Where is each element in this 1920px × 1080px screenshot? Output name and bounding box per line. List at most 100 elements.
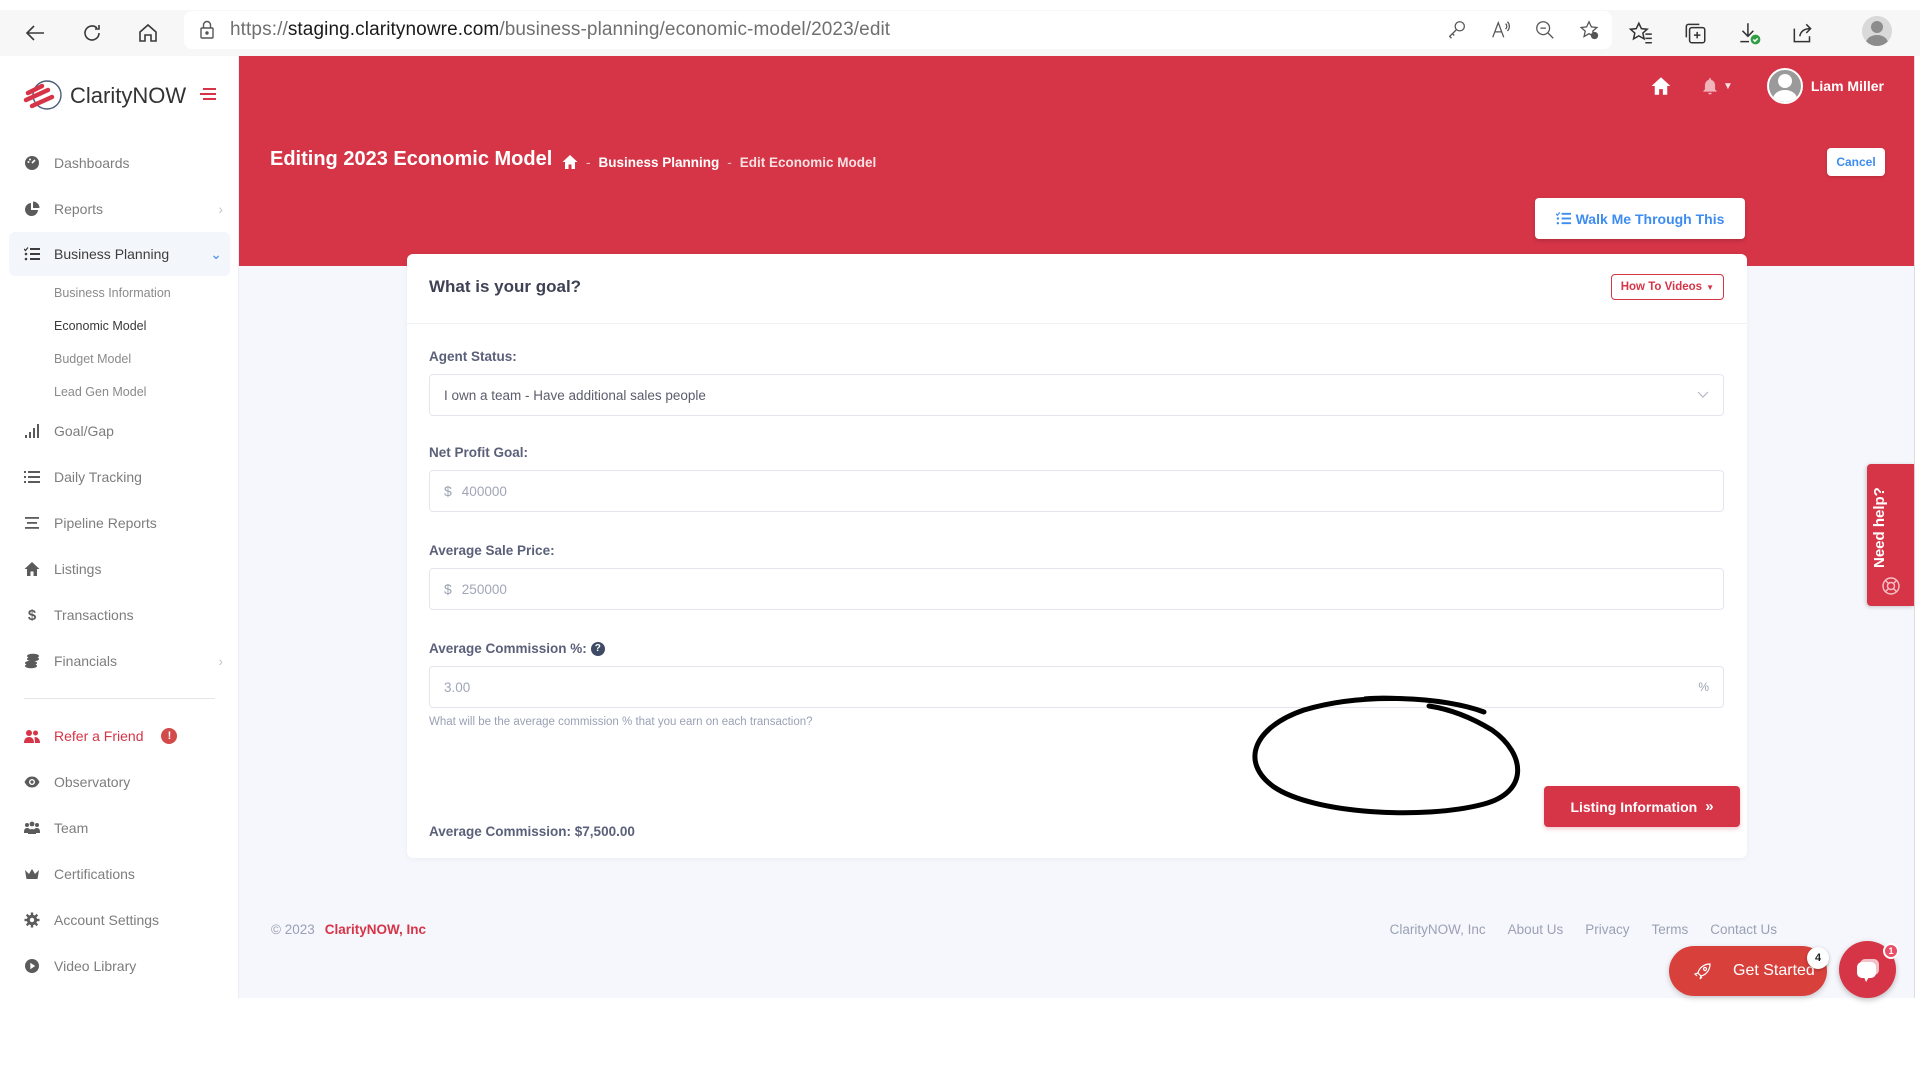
avg-sale-price-group: Average Sale Price: $ 250000 bbox=[429, 543, 1724, 610]
play-circle-icon bbox=[22, 956, 42, 976]
percent-suffix: % bbox=[1698, 680, 1709, 694]
breadcrumb-business-planning[interactable]: Business Planning bbox=[599, 155, 720, 170]
net-profit-group: Net Profit Goal: $ 400000 bbox=[429, 445, 1724, 512]
home-browser-button[interactable] bbox=[120, 10, 176, 56]
footer-brand-link[interactable]: ClarityNOW, Inc bbox=[325, 922, 426, 937]
sidebar-item-listings[interactable]: Listings bbox=[0, 546, 239, 592]
footer-link-terms[interactable]: Terms bbox=[1651, 922, 1688, 937]
footer-copyright: © 2023 ClarityNOW, Inc bbox=[271, 922, 427, 937]
submenu-item-budget-model[interactable]: Budget Model bbox=[0, 342, 239, 375]
breadcrumb-separator: - bbox=[727, 154, 732, 170]
sidebar-toggle-button[interactable] bbox=[200, 87, 216, 106]
avg-commission-help-text: What will be the average commission % th… bbox=[429, 716, 813, 728]
cancel-button[interactable]: Cancel bbox=[1827, 148, 1885, 176]
walk-me-through-button[interactable]: Walk Me Through This bbox=[1535, 198, 1745, 239]
rocket-icon bbox=[1693, 963, 1711, 980]
dashboard-icon bbox=[22, 153, 42, 173]
double-chevron-right-icon: » bbox=[1705, 798, 1714, 815]
home-icon[interactable] bbox=[1651, 76, 1671, 96]
sidebar-item-refer-a-friend[interactable]: Refer a Friend ! bbox=[0, 713, 239, 759]
coins-icon bbox=[22, 651, 42, 671]
sidebar-item-team[interactable]: Team bbox=[0, 805, 239, 851]
page-title: Editing 2023 Economic Model bbox=[270, 148, 553, 170]
caret-down-icon[interactable]: ▼ bbox=[1723, 81, 1733, 92]
avg-commission-pct-input[interactable]: 3.00 % bbox=[429, 666, 1724, 708]
zoom-out-icon[interactable] bbox=[1534, 19, 1556, 41]
sidebar-item-daily-tracking[interactable]: Daily Tracking bbox=[0, 454, 239, 500]
submenu-item-economic-model[interactable]: Economic Model bbox=[0, 309, 239, 342]
bell-icon[interactable] bbox=[1701, 77, 1719, 95]
average-commission-readout: Average Commission: $7,500.00 bbox=[429, 824, 635, 839]
address-bar[interactable]: https://staging.claritynowre.com/busines… bbox=[184, 11, 1612, 49]
agent-status-label: Agent Status: bbox=[429, 349, 517, 364]
sidebar-item-account-settings[interactable]: Account Settings bbox=[0, 897, 239, 943]
chat-unread-badge: 1 bbox=[1883, 943, 1899, 959]
sidebar-item-reports[interactable]: Reports › bbox=[0, 186, 239, 232]
tasks-list-icon bbox=[22, 244, 42, 264]
net-profit-input[interactable]: $ 400000 bbox=[429, 470, 1724, 512]
list-icon bbox=[22, 467, 42, 487]
lifebuoy-icon bbox=[1882, 577, 1900, 595]
browser-actions bbox=[1628, 10, 1816, 56]
browser-profile-avatar[interactable] bbox=[1862, 16, 1892, 46]
footer-link-privacy[interactable]: Privacy bbox=[1585, 922, 1629, 937]
footer-link-company[interactable]: ClarityNOW, Inc bbox=[1390, 922, 1486, 937]
key-icon[interactable] bbox=[1446, 19, 1468, 41]
alert-badge: ! bbox=[161, 728, 178, 744]
breadcrumb: - Business Planning - Edit Economic Mode… bbox=[562, 154, 876, 170]
dollar-icon: $ bbox=[27, 606, 37, 624]
need-help-tab[interactable]: Need help? bbox=[1867, 464, 1914, 606]
top-nav: ▼ Liam Miller bbox=[1651, 68, 1884, 104]
read-aloud-icon[interactable] bbox=[1490, 19, 1512, 41]
user-avatar[interactable] bbox=[1766, 68, 1803, 104]
sidebar-item-business-planning[interactable]: Business Planning ⌄ bbox=[9, 232, 230, 276]
sidebar-menu: Dashboards Reports › Business Planning ⌄… bbox=[0, 140, 239, 989]
sidebar-item-pipeline-reports[interactable]: Pipeline Reports bbox=[0, 500, 239, 546]
lines-icon bbox=[22, 513, 42, 533]
sidebar-item-dashboards[interactable]: Dashboards bbox=[0, 140, 239, 186]
add-favorite-icon[interactable] bbox=[1578, 19, 1600, 41]
sidebar-item-transactions[interactable]: $ Transactions bbox=[0, 592, 239, 638]
caret-down-icon: ▼ bbox=[1706, 282, 1714, 292]
sidebar-item-observatory[interactable]: Observatory bbox=[0, 759, 239, 805]
chat-bubble-icon bbox=[1856, 958, 1879, 982]
breadcrumb-home-icon[interactable] bbox=[562, 154, 578, 170]
sidebar-item-video-library[interactable]: Video Library bbox=[0, 943, 239, 989]
card-title: What is your goal? bbox=[429, 277, 582, 296]
sidebar-item-goal-gap[interactable]: Goal/Gap bbox=[0, 408, 239, 454]
listing-information-button[interactable]: Listing Information » bbox=[1544, 786, 1740, 827]
crown-icon bbox=[22, 864, 42, 884]
avg-sale-price-input[interactable]: $ 250000 bbox=[429, 568, 1724, 610]
sidebar-item-certifications[interactable]: Certifications bbox=[0, 851, 239, 897]
home-icon bbox=[22, 559, 42, 579]
back-button[interactable] bbox=[8, 10, 64, 56]
logo[interactable]: ClarityNOW bbox=[22, 76, 186, 116]
get-started-button[interactable]: Get Started bbox=[1669, 946, 1827, 996]
footer-link-contact[interactable]: Contact Us bbox=[1710, 922, 1777, 937]
dollar-prefix: $ bbox=[444, 581, 452, 597]
sidebar-item-financials[interactable]: Financials › bbox=[0, 638, 239, 684]
chevron-down-icon: ⌄ bbox=[210, 245, 222, 262]
goal-card: What is your goal? How To Videos ▼ Agent… bbox=[407, 254, 1747, 858]
chevron-down-icon bbox=[1697, 391, 1709, 398]
collections-icon[interactable] bbox=[1682, 20, 1708, 46]
user-name[interactable]: Liam Miller bbox=[1811, 78, 1884, 94]
chevron-right-icon: › bbox=[218, 201, 223, 217]
page-header: ▼ Liam Miller Editing 2023 Economic Mode… bbox=[239, 56, 1914, 266]
agent-status-select[interactable]: I own a team - Have additional sales peo… bbox=[429, 374, 1724, 416]
refresh-button[interactable] bbox=[64, 10, 120, 56]
sidebar-divider bbox=[24, 698, 215, 699]
scrollbar-track[interactable] bbox=[1914, 56, 1920, 998]
how-to-videos-dropdown[interactable]: How To Videos ▼ bbox=[1610, 274, 1724, 300]
downloads-icon[interactable] bbox=[1736, 20, 1762, 46]
avg-commission-pct-label: Average Commission %: ? bbox=[429, 641, 1724, 656]
submenu-item-lead-gen-model[interactable]: Lead Gen Model bbox=[0, 375, 239, 408]
business-planning-submenu: Business Information Economic Model Budg… bbox=[0, 276, 239, 408]
help-question-icon[interactable]: ? bbox=[590, 641, 605, 656]
tasks-list-icon bbox=[1555, 212, 1571, 225]
url-text: https://staging.claritynowre.com/busines… bbox=[230, 19, 891, 40]
share-icon[interactable] bbox=[1790, 20, 1816, 46]
footer-link-about[interactable]: About Us bbox=[1508, 922, 1564, 937]
submenu-item-business-information[interactable]: Business Information bbox=[0, 276, 239, 309]
favorites-icon[interactable] bbox=[1628, 20, 1654, 46]
